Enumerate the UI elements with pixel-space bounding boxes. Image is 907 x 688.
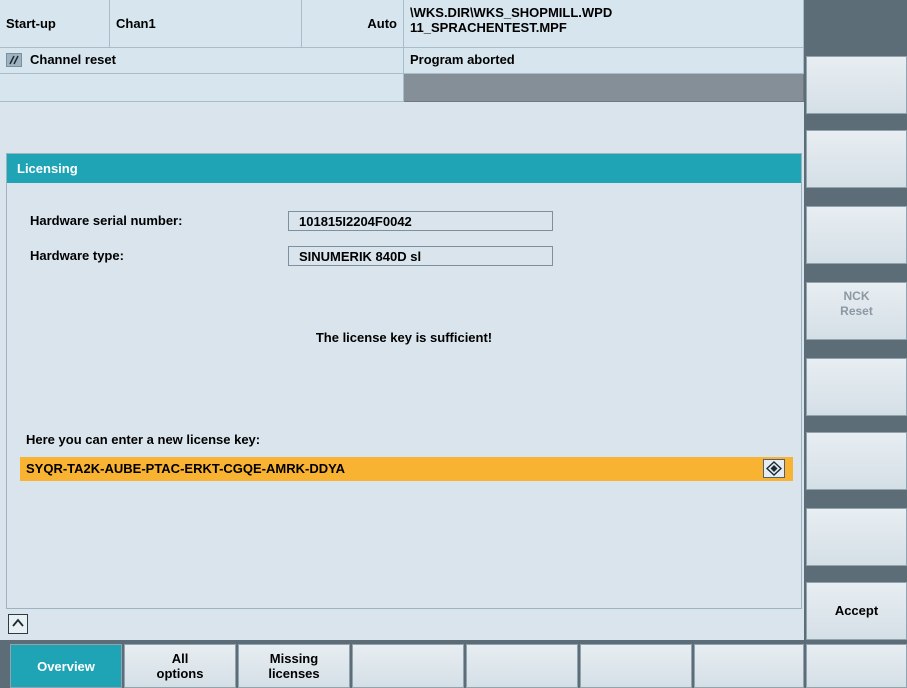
vertical-softkey-3[interactable]	[806, 206, 907, 264]
tab-missing-licenses-label-2: licenses	[268, 666, 320, 681]
window-title: Licensing	[7, 154, 801, 183]
horizontal-softkey-7[interactable]	[694, 644, 804, 688]
horizontal-softkey-6[interactable]	[580, 644, 692, 688]
tab-missing-licenses[interactable]: Missing licenses	[238, 644, 350, 688]
program-name: 11_SPRACHENTEST.MPF	[410, 20, 567, 35]
tab-missing-licenses-label-1: Missing	[269, 651, 319, 666]
license-key-input[interactable]: SYQR-TA2K-AUBE-PTAC-ERKT-CGQE-AMRK-DDYA	[20, 457, 793, 481]
channel-status: Channel reset	[0, 48, 404, 74]
horizontal-softkey-4[interactable]	[352, 644, 464, 688]
edit-field-icon[interactable]	[763, 459, 785, 478]
nck-reset-label-1: NCK	[843, 289, 870, 303]
tab-all-options-label-2: options	[156, 666, 204, 681]
tab-overview-label: Overview	[37, 659, 95, 674]
vertical-softkey-6[interactable]	[806, 432, 907, 490]
horizontal-softkey-5[interactable]	[466, 644, 578, 688]
operating-mode: Auto	[302, 0, 404, 48]
hw-type-field: SINUMERIK 840D sl	[288, 246, 553, 266]
nck-reset-button[interactable]: NCK Reset	[806, 282, 907, 340]
channel-name: Chan1	[110, 0, 302, 48]
hw-serial-field: 101815I2204F0042	[288, 211, 553, 231]
new-key-label: Here you can enter a new license key:	[26, 432, 261, 447]
license-status-message: The license key is sufficient!	[315, 330, 493, 345]
corner-softkey[interactable]	[806, 644, 907, 688]
nck-reset-label-2: Reset	[840, 304, 873, 318]
channel-reset-icon	[6, 52, 22, 67]
hw-serial-label: Hardware serial number:	[30, 213, 183, 228]
expand-up-icon[interactable]	[8, 614, 28, 634]
vertical-softkey-2[interactable]	[806, 130, 907, 188]
hw-type-label: Hardware type:	[30, 248, 124, 263]
license-key-value: SYQR-TA2K-AUBE-PTAC-ERKT-CGQE-AMRK-DDYA	[26, 461, 345, 476]
alarm-line	[0, 74, 404, 102]
vertical-softkey-5[interactable]	[806, 358, 907, 416]
vertical-softkey-bar: NCK Reset Accept	[804, 0, 907, 688]
operating-area-label: Start-up	[0, 0, 110, 48]
licensing-window: Licensing Hardware serial number: 101815…	[6, 153, 802, 609]
vertical-softkey-7[interactable]	[806, 508, 907, 566]
accept-button[interactable]: Accept	[806, 582, 907, 640]
tab-overview[interactable]: Overview	[10, 644, 122, 688]
program-status: Program aborted	[404, 48, 804, 74]
tab-all-options-label-1: All	[171, 651, 189, 666]
channel-status-text: Channel reset	[30, 52, 116, 67]
accept-label: Accept	[834, 603, 879, 618]
tab-all-options[interactable]: All options	[124, 644, 236, 688]
horizontal-softkey-bar: Overview All options Missing licenses	[0, 640, 804, 688]
vertical-softkey-1[interactable]	[806, 56, 907, 114]
message-line	[404, 74, 804, 102]
program-info: \WKS.DIR\WKS_SHOPMILL.WPD 11_SPRACHENTES…	[404, 0, 804, 48]
header-spacer	[0, 102, 804, 152]
program-path: \WKS.DIR\WKS_SHOPMILL.WPD	[410, 5, 613, 20]
